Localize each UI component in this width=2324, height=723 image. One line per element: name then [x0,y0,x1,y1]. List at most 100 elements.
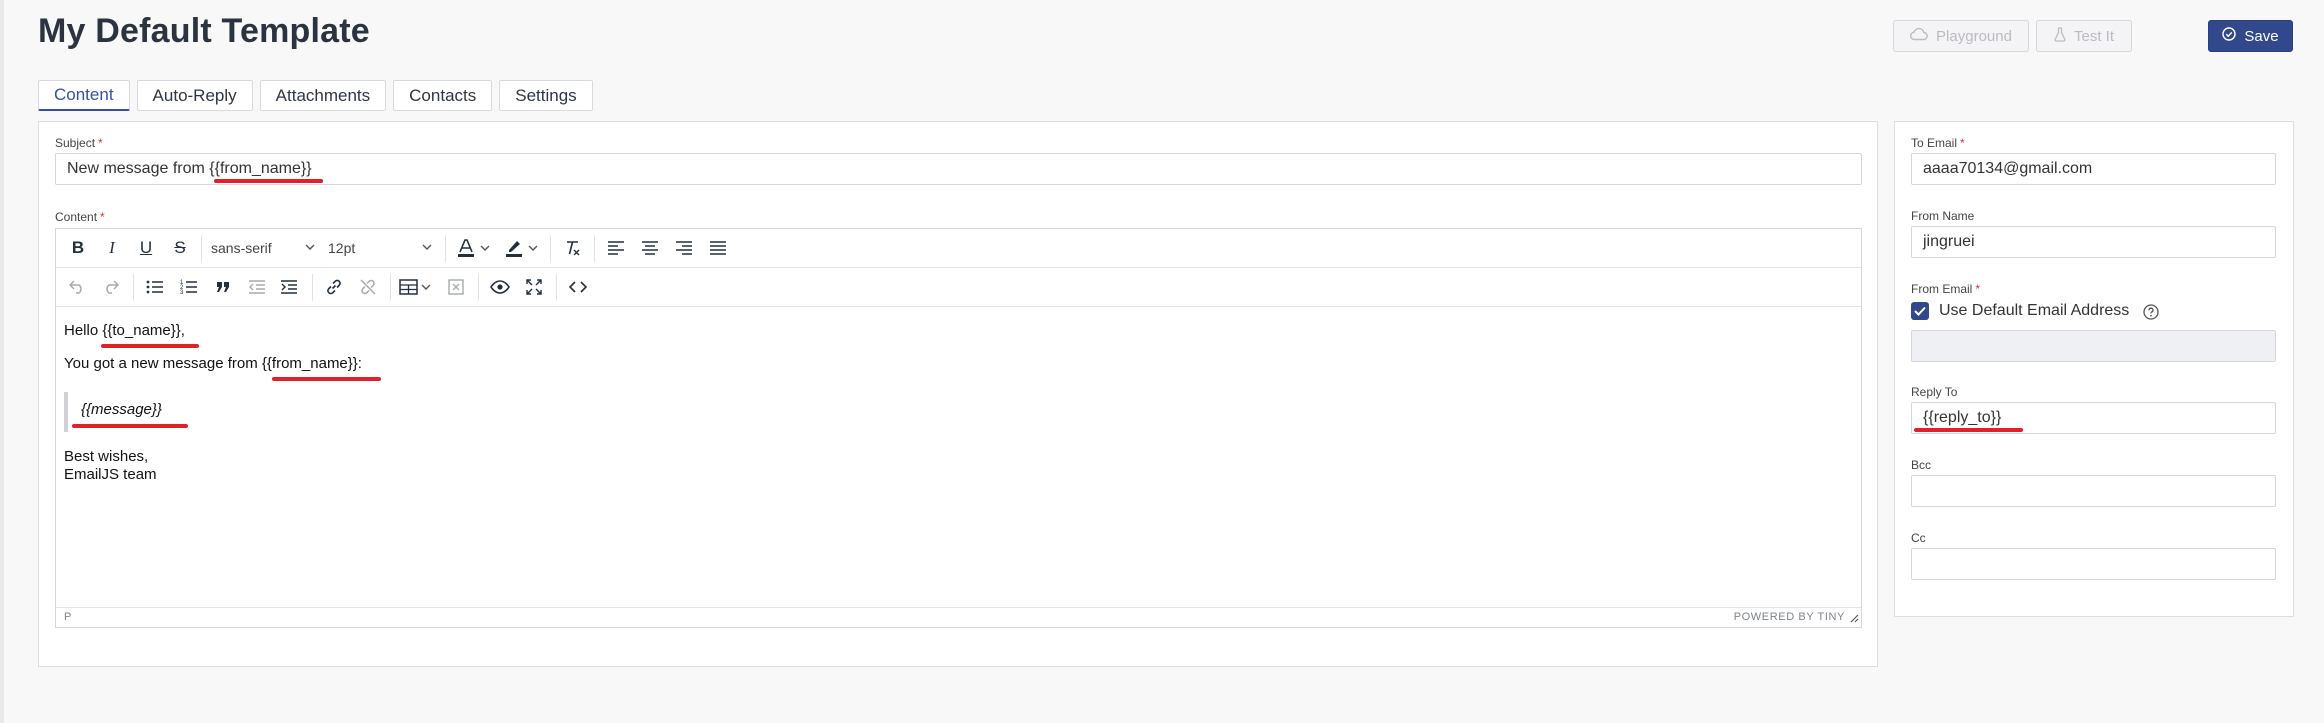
subject-input[interactable]: New message from {{from_name}} [55,153,1862,185]
toolbar-separator [478,274,479,301]
tab-label: Attachments [275,85,371,105]
playground-button[interactable]: Playground [1893,20,2029,52]
redo-icon[interactable] [96,268,126,306]
strikethrough-icon[interactable]: S [166,229,194,267]
editor-line-message: {{message}} [81,401,162,418]
subject-value: New message from {{from_name}} [67,160,312,177]
toolbar-separator [445,235,446,262]
subject-label: Subject * [55,136,103,150]
font-size-dropdown[interactable]: 12pt [328,229,440,267]
font-size-value: 12pt [328,240,356,256]
align-center-icon[interactable] [635,229,665,267]
email-settings-panel: To Email * aaaa70134@gmail.com From Name … [1894,121,2294,617]
editor-line-intro: You got a new message from {{from_name}}… [64,355,362,372]
test-it-label: Test It [2073,27,2114,45]
editor-status-bar: P POWERED BY TINY [56,607,1861,627]
to-email-value: aaaa70134@gmail.com [1923,160,2093,177]
editor-line-signoff: Best wishes, [64,448,149,465]
undo-icon[interactable] [62,268,92,306]
from-email-label: From Email * [1911,282,1981,296]
element-path: P [64,611,72,623]
cloud-icon [1910,27,1928,45]
highlight-underline [72,424,188,428]
tab-bar: Content Auto-Reply Attachments Contacts … [38,80,593,111]
window-edge [0,0,4,723]
toolbar-separator [312,274,313,301]
tab-label: Auto-Reply [152,85,237,105]
save-button[interactable]: Save [2208,20,2293,52]
editor-line-greeting: Hello {{to_name}}, [64,322,185,339]
outdent-icon[interactable] [242,268,272,306]
highlight-underline [272,377,381,381]
underline-icon[interactable]: U [132,229,160,267]
editor-toolbar-row-1: B I U S sans-serif 12pt [56,229,1861,268]
font-family-value: sans-serif [211,240,272,256]
chevron-down-icon [422,244,432,251]
clear-formatting-icon[interactable] [556,229,588,267]
reply-to-label: Reply To [1911,385,1958,399]
unlink-icon[interactable] [353,268,383,306]
use-default-email-label[interactable]: Use Default Email Address [1939,302,2129,320]
help-question-icon[interactable] [2143,304,2159,325]
page-title: My Default Template [38,12,370,50]
resize-handle-icon[interactable] [1849,613,1859,626]
flask-icon [2054,26,2066,46]
editor-toolbar-row-2: 123 [56,268,1861,307]
numbered-list-icon[interactable]: 123 [174,268,204,306]
align-right-icon[interactable] [669,229,699,267]
toolbar-separator [594,235,595,262]
check-circle-icon [2222,27,2237,45]
fullscreen-icon[interactable] [519,268,549,306]
tab-contacts[interactable]: Contacts [393,80,493,111]
align-justify-icon[interactable] [703,229,733,267]
link-icon[interactable] [319,268,349,306]
from-name-label: From Name [1911,209,1975,223]
cc-input[interactable] [1911,548,2276,580]
highlight-color-icon[interactable] [500,229,544,267]
tab-settings[interactable]: Settings [499,80,593,111]
from-name-input[interactable]: jingruei [1911,226,2276,258]
tab-auto-reply[interactable]: Auto-Reply [136,80,253,111]
tab-attachments[interactable]: Attachments [259,80,387,111]
content-label: Content * [55,210,105,224]
tab-label: Content [54,85,114,104]
from-email-input [1911,330,2276,362]
highlight-underline [101,344,199,348]
toolbar-separator [556,274,557,301]
svg-text:3: 3 [180,290,184,295]
tab-label: Settings [515,85,577,105]
editor-content-area[interactable]: Hello {{to_name}}, You got a new message… [56,307,1861,609]
italic-icon[interactable]: I [98,229,126,267]
to-email-input[interactable]: aaaa70134@gmail.com [1911,153,2276,185]
font-family-dropdown[interactable]: sans-serif [211,229,323,267]
test-it-button[interactable]: Test It [2036,20,2132,52]
indent-icon[interactable] [274,268,304,306]
powered-by-link[interactable]: POWERED BY TINY [1734,611,1845,623]
use-default-email-checkbox[interactable] [1911,302,1929,320]
toolbar-separator [201,235,202,262]
bcc-label: Bcc [1911,458,1932,472]
cc-label: Cc [1911,531,1926,545]
source-code-icon[interactable] [563,268,593,306]
toolbar-separator [390,274,391,301]
toolbar-separator [133,274,134,301]
tab-label: Contacts [409,85,477,105]
align-left-icon[interactable] [601,229,631,267]
blockquote-bar [64,392,68,432]
editor-line-team: EmailJS team [64,466,157,483]
tab-content[interactable]: Content [38,80,130,111]
bullet-list-icon[interactable] [140,268,170,306]
to-email-label: To Email * [1911,136,1965,150]
highlight-underline [1914,428,2023,432]
blockquote-icon[interactable] [208,268,238,306]
preview-eye-icon[interactable] [485,268,515,306]
bold-icon[interactable]: B [64,229,92,267]
chevron-down-icon [305,244,315,251]
reply-to-value: {{reply_to}} [1923,409,2002,426]
playground-label: Playground [1936,27,2012,45]
bcc-input[interactable] [1911,475,2276,507]
table-icon[interactable] [397,268,435,306]
delete-table-icon[interactable] [441,268,471,306]
rich-text-editor[interactable]: B I U S sans-serif 12pt 1 2 3 Hello {{to… [55,228,1862,628]
text-color-icon[interactable] [452,229,496,267]
